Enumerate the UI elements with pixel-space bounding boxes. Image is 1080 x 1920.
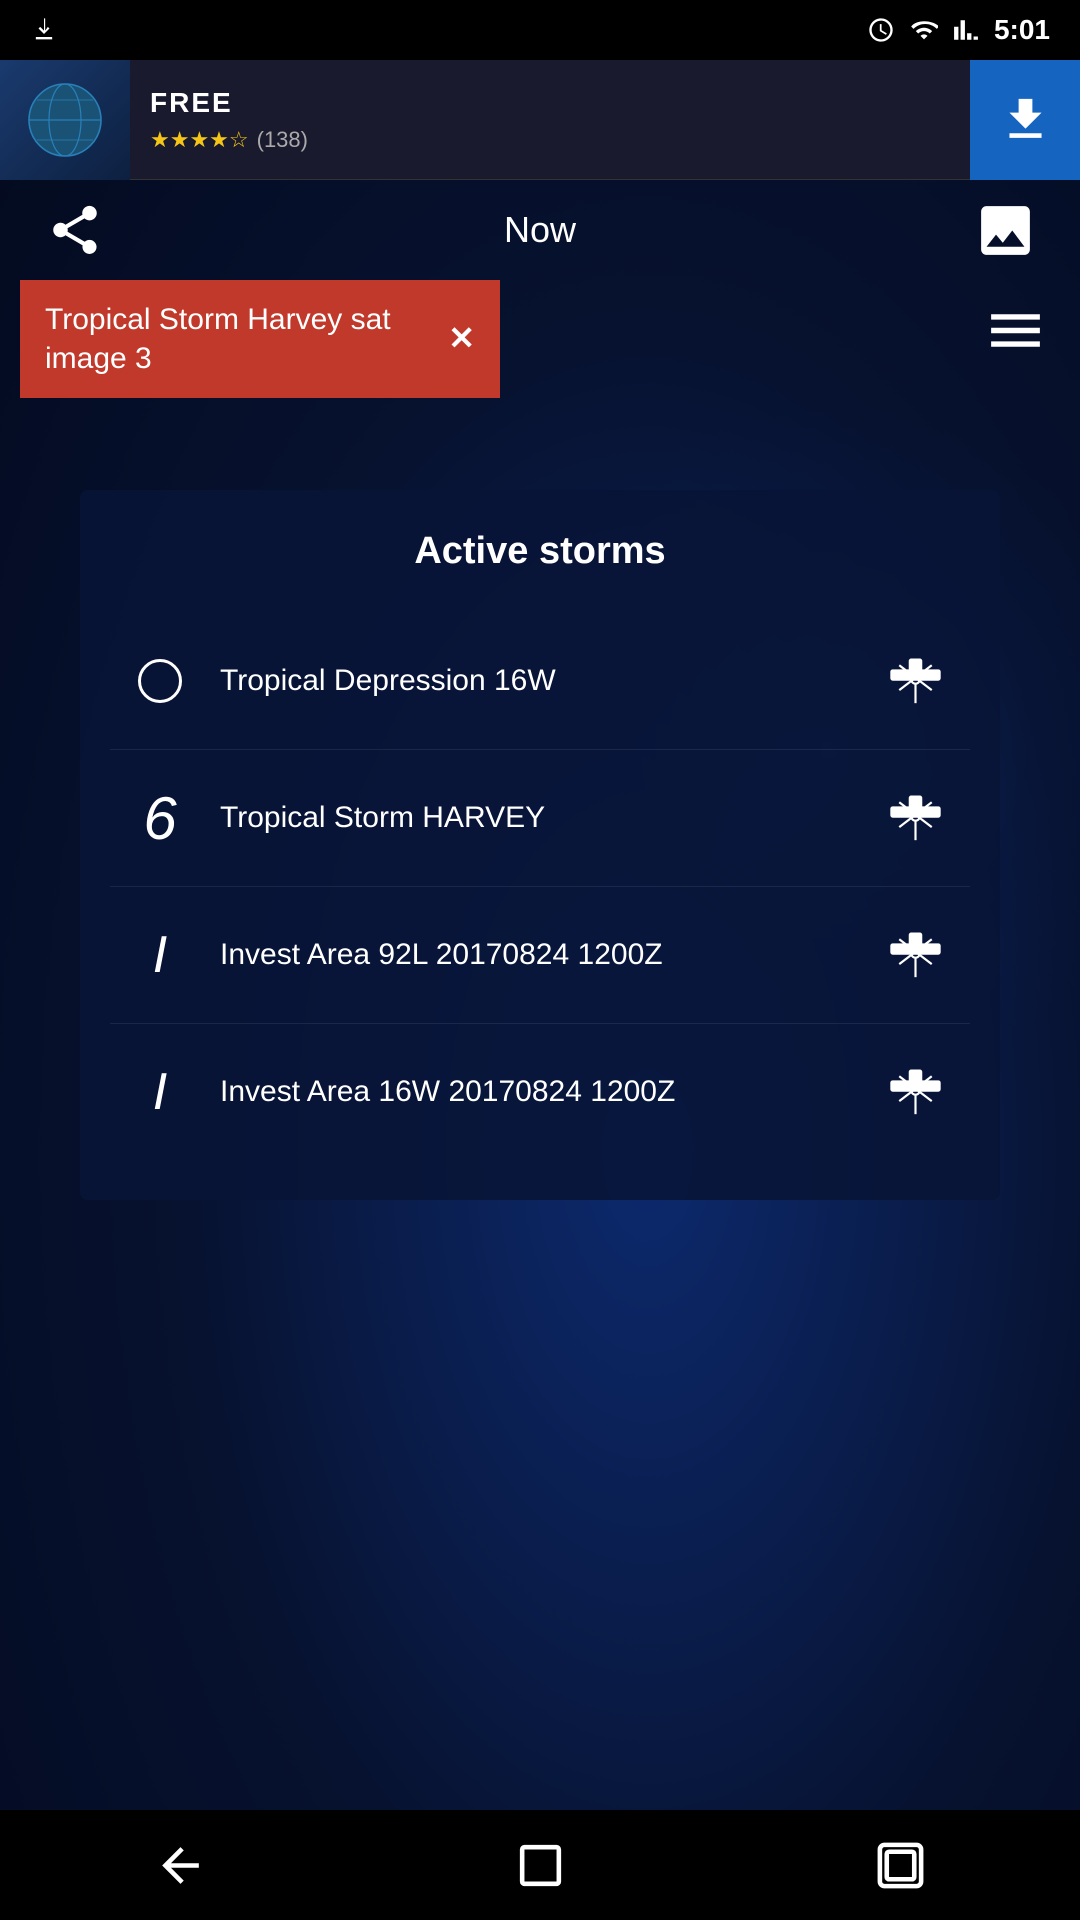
satellite-button-0[interactable] [875,641,955,721]
image-button[interactable] [970,195,1040,265]
tag-close-button[interactable]: ✕ [448,318,475,360]
menu-button[interactable] [980,295,1050,365]
toolbar-now-label: Now [504,209,576,251]
home-nav-icon [513,1838,568,1893]
share-icon [46,201,104,259]
storm-symbol-harvey: 6 [125,783,195,853]
tag-text: Tropical Storm Harvey sat image 3 [45,300,428,378]
storm-item[interactable]: 6 Tropical Storm HARVEY [110,750,970,887]
storm-item[interactable]: Tropical Depression 16W [110,613,970,750]
ad-globe-icon [25,80,105,160]
storm-item[interactable]: I Invest Area 92L 20170824 1200Z [110,887,970,1024]
signal-status-icon [953,16,979,44]
tag-label[interactable]: Tropical Storm Harvey sat image 3 ✕ [20,280,500,398]
ad-content: FREE ★★★★☆ (138) [130,72,970,168]
recent-nav-button[interactable] [840,1810,960,1920]
active-storms-panel: Active storms Tropical Depression 16W 6 … [80,490,1000,1200]
satellite-icon-3 [883,1060,948,1125]
ad-rating: ★★★★☆ (138) [150,127,950,153]
status-bar-right: 5:01 [867,14,1050,46]
alarm-status-icon [867,16,895,44]
storm-name: Invest Area 16W 20170824 1200Z [220,1075,850,1109]
storm-symbol-16w: I [125,1057,195,1127]
back-nav-button[interactable] [120,1810,240,1920]
panel-title: Active storms [110,530,970,573]
storm-symbol-92l: I [125,920,195,990]
status-bar: 5:01 [0,0,1080,60]
satellite-button-3[interactable] [875,1052,955,1132]
storm-italic-symbol: I [153,1062,167,1122]
ad-review-count: (138) [257,127,308,153]
ad-free-label: FREE [150,87,950,119]
ad-download-icon [998,92,1053,147]
satellite-button-1[interactable] [875,778,955,858]
nav-bar [0,1810,1080,1920]
storm-name: Tropical Storm HARVEY [220,801,850,835]
storm-name: Invest Area 92L 20170824 1200Z [220,938,850,972]
wifi-status-icon [910,16,938,44]
storm-name: Tropical Depression 16W [220,664,850,698]
ad-download-button[interactable] [970,60,1080,180]
ad-banner[interactable]: FREE ★★★★☆ (138) [0,60,1080,180]
satellite-icon-0 [883,649,948,714]
satellite-icon-2 [883,923,948,988]
share-button[interactable] [40,195,110,265]
satellite-button-2[interactable] [875,915,955,995]
toolbar: Now [0,180,1080,280]
storm-item[interactable]: I Invest Area 16W 20170824 1200Z [110,1024,970,1160]
storm-italic-symbol: I [153,925,167,985]
storm-number: 6 [143,784,176,853]
status-time: 5:01 [994,14,1050,46]
satellite-icon-1 [883,786,948,851]
back-nav-icon [153,1838,208,1893]
ad-stars-display: ★★★★☆ [150,127,249,153]
download-status-icon [30,14,58,46]
image-icon [973,198,1038,263]
home-nav-button[interactable] [480,1810,600,1920]
recent-nav-icon [873,1838,928,1893]
storm-symbol-depression [125,646,195,716]
ad-thumbnail [0,60,130,180]
menu-icon [983,298,1048,363]
status-bar-left [30,14,58,46]
